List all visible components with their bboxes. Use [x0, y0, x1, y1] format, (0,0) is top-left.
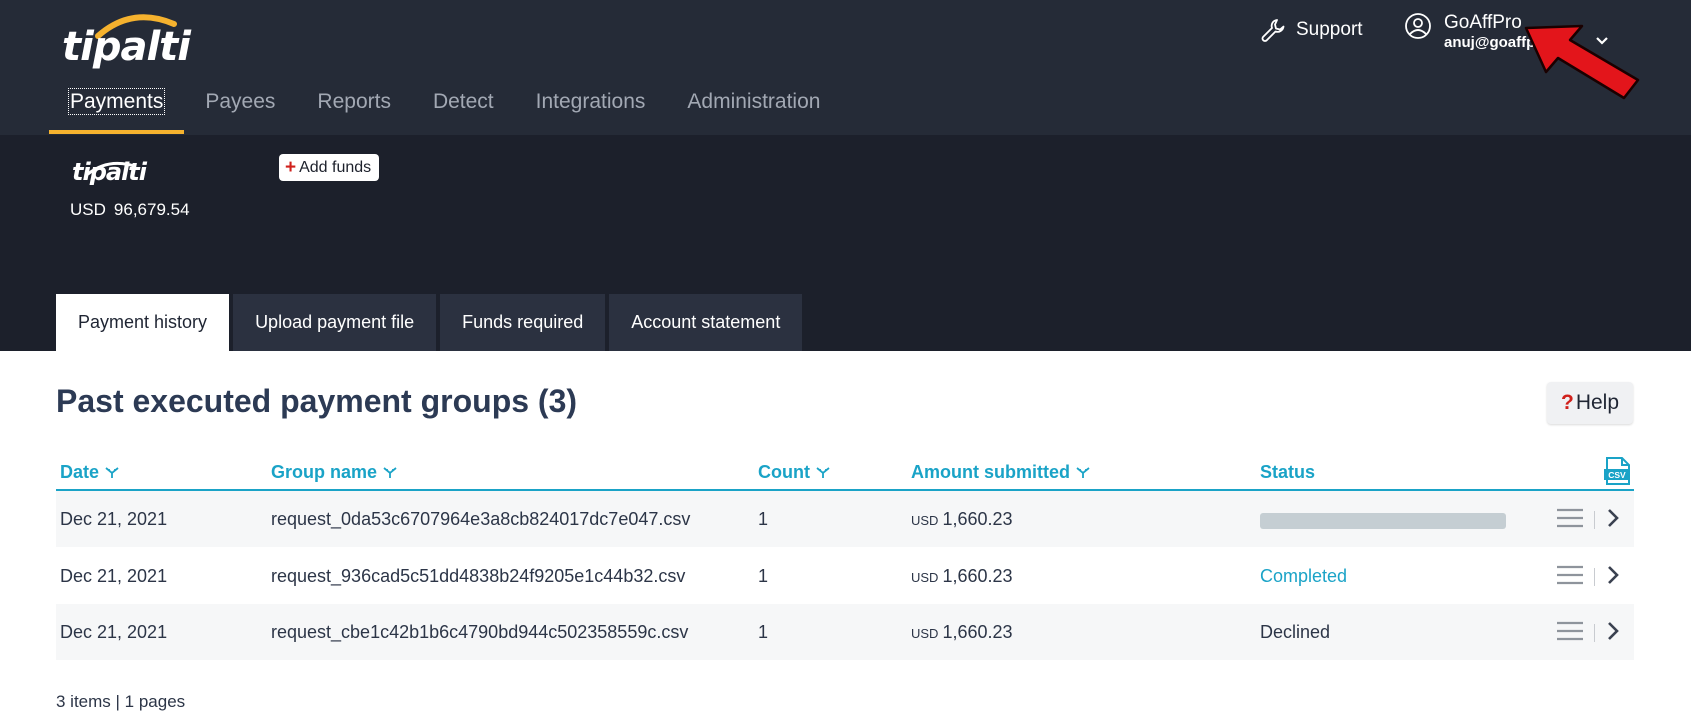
- sort-icon: [816, 466, 830, 478]
- nav-item-payments[interactable]: Payments: [49, 82, 185, 134]
- sort-icon: [1076, 466, 1090, 478]
- divider: [1594, 511, 1595, 529]
- column-header-status: Status: [1260, 462, 1315, 483]
- amount-currency: USD: [911, 626, 939, 641]
- annotation-arrow-icon: [1524, 24, 1640, 100]
- nav-label: Integrations: [535, 90, 646, 113]
- column-label: Count: [758, 462, 810, 482]
- status-progress-bar: [1260, 513, 1506, 529]
- page-title: Past executed payment groups (3): [56, 383, 578, 419]
- row-group-name: request_cbe1c42b1b6c4790bd944c502358559c…: [271, 622, 689, 642]
- column-label: Date: [60, 462, 100, 482]
- column-header-group-name[interactable]: Group name: [271, 462, 397, 483]
- nav-item-reports[interactable]: Reports: [296, 82, 412, 134]
- column-header-amount[interactable]: Amount submitted: [911, 462, 1090, 483]
- main-nav: Payments Payees Reports Detect Integrati…: [49, 82, 841, 134]
- csv-export-icon[interactable]: CSV: [1602, 456, 1632, 486]
- funding-logo: tipalti: [72, 158, 147, 186]
- user-circle-icon: [1405, 13, 1431, 39]
- sort-icon: [105, 466, 119, 478]
- nav-item-payees[interactable]: Payees: [184, 82, 296, 134]
- tipalti-logo[interactable]: tipalti: [62, 10, 191, 72]
- column-label: Amount submitted: [911, 462, 1070, 482]
- amount-value: 1,660.23: [942, 622, 1013, 642]
- row-count: 1: [758, 565, 769, 586]
- nav-item-detect[interactable]: Detect: [412, 82, 515, 134]
- table-row[interactable]: Dec 21, 2021 request_0da53c6707964e3a8cb…: [56, 491, 1634, 548]
- support-link[interactable]: Support: [1260, 14, 1363, 46]
- nav-label: Detect: [432, 90, 494, 113]
- nav-item-integrations[interactable]: Integrations: [515, 82, 667, 134]
- row-group-name: request_936cad5c51dd4838b24f9205e1c44b32…: [271, 565, 686, 586]
- help-button[interactable]: ? Help: [1547, 382, 1633, 424]
- support-label: Support: [1296, 19, 1363, 40]
- amount-value: 1,660.23: [942, 565, 1013, 586]
- hamburger-menu-icon[interactable]: [1556, 564, 1584, 586]
- sort-icon: [383, 466, 397, 478]
- logo-text: tipalti: [62, 24, 191, 70]
- row-amount: USD 1,660.23: [911, 622, 1013, 643]
- hamburger-menu-icon[interactable]: [1556, 620, 1584, 642]
- add-funds-button[interactable]: + Add funds: [279, 154, 380, 181]
- divider: [1594, 624, 1595, 642]
- wrench-icon: [1261, 19, 1285, 42]
- divider: [1594, 567, 1595, 586]
- balance-currency: USD: [70, 200, 106, 219]
- row-count: 1: [758, 509, 769, 529]
- amount-value: 1,660.23: [942, 509, 1013, 529]
- tab-payment-history[interactable]: Payment history: [56, 294, 230, 351]
- nav-label: Payments: [67, 88, 166, 115]
- payment-groups-table: Date Group name Count Amount submitted S…: [56, 456, 1634, 661]
- row-date: Dec 21, 2021: [60, 565, 168, 586]
- amount-currency: USD: [911, 513, 939, 528]
- tab-upload-payment-file[interactable]: Upload payment file: [233, 294, 437, 351]
- user-menu[interactable]: GoAffPro anuj@goaffpro: [1404, 12, 1538, 52]
- row-count: 1: [758, 622, 769, 642]
- pagination-summary: 3 items | 1 pages: [56, 692, 186, 711]
- nav-label: Payees: [205, 90, 276, 113]
- chevron-right-icon[interactable]: [1606, 507, 1620, 529]
- csv-icon-label: CSV: [1608, 470, 1626, 480]
- chevron-right-icon[interactable]: [1606, 620, 1620, 642]
- chevron-right-icon[interactable]: [1606, 564, 1620, 586]
- column-label: Status: [1260, 462, 1316, 482]
- row-amount: USD 1,660.23: [911, 566, 1013, 587]
- column-header-date[interactable]: Date: [60, 462, 119, 483]
- table-row[interactable]: Dec 21, 2021 request_cbe1c42b1b6c4790bd9…: [56, 604, 1634, 661]
- question-icon: ?: [1560, 391, 1574, 414]
- table-header: Date Group name Count Amount submitted S…: [56, 456, 1634, 491]
- plus-icon: +: [285, 157, 297, 178]
- row-amount: USD 1,660.23: [911, 509, 1013, 530]
- nav-label: Reports: [317, 90, 391, 113]
- table-row[interactable]: Dec 21, 2021 request_936cad5c51dd4838b24…: [56, 547, 1634, 604]
- status-badge: Declined: [1260, 622, 1331, 642]
- account-balance: USD 96,679.54: [70, 200, 190, 220]
- hamburger-menu-icon[interactable]: [1556, 507, 1584, 529]
- status-badge: Completed: [1260, 565, 1348, 586]
- help-label: Help: [1575, 391, 1620, 414]
- add-funds-label: Add funds: [299, 158, 372, 176]
- tab-account-statement[interactable]: Account statement: [609, 294, 803, 351]
- top-navigation-bar: tipalti Support GoAffPro anuj@goaffpro P…: [0, 0, 1691, 135]
- tab-funds-required[interactable]: Funds required: [440, 294, 606, 351]
- row-date: Dec 21, 2021: [60, 622, 168, 642]
- balance-amount: 96,679.54: [113, 200, 190, 219]
- column-header-count[interactable]: Count: [758, 462, 830, 483]
- column-label: Group name: [271, 462, 378, 482]
- row-date: Dec 21, 2021: [60, 509, 168, 529]
- payments-tabs: Payment history Upload payment file Fund…: [56, 294, 803, 351]
- nav-label: Administration: [687, 90, 821, 113]
- amount-currency: USD: [911, 569, 939, 585]
- row-group-name: request_0da53c6707964e3a8cb824017dc7e047…: [271, 509, 691, 529]
- nav-item-administration[interactable]: Administration: [666, 82, 841, 134]
